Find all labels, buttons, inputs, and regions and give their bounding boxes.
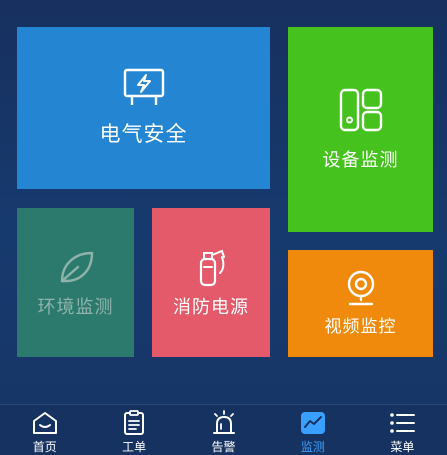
equipment-monitoring-tile[interactable]: 设备监测 <box>288 27 433 232</box>
tab-alarm[interactable]: 告警 <box>179 405 268 455</box>
tab-menu[interactable]: 菜单 <box>358 405 447 455</box>
tab-work-order-label: 工单 <box>122 440 147 454</box>
fire-power-tile[interactable]: 消防电源 <box>152 208 270 357</box>
bottom-tab-bar: 首页 工单 告警 监测 菜单 <box>0 404 447 455</box>
tab-alarm-label: 告警 <box>211 440 236 454</box>
environment-monitoring-label: 环境监测 <box>37 296 114 318</box>
menu-icon <box>388 409 416 437</box>
tab-menu-label: 菜单 <box>390 440 415 454</box>
leaf-icon <box>56 247 96 287</box>
tab-home-label: 首页 <box>32 440 57 454</box>
electrical-safety-label: 电气安全 <box>99 122 188 146</box>
video-monitoring-label: 视频监控 <box>324 317 397 337</box>
device-grid-icon <box>339 88 383 132</box>
chart-icon <box>299 409 327 437</box>
fire-power-label: 消防电源 <box>173 296 249 318</box>
alarm-icon <box>210 409 238 437</box>
electrical-panel-icon <box>122 68 166 108</box>
clipboard-icon <box>120 409 148 437</box>
home-icon <box>31 409 59 437</box>
tab-home[interactable]: 首页 <box>0 405 89 455</box>
electrical-safety-tile[interactable]: 电气安全 <box>17 27 270 189</box>
equipment-monitoring-label: 设备监测 <box>322 149 399 171</box>
environment-monitoring-tile[interactable]: 环境监测 <box>17 208 134 357</box>
tab-monitoring-label: 监测 <box>300 440 325 454</box>
tab-work-order[interactable]: 工单 <box>89 405 178 455</box>
webcam-icon <box>344 270 378 306</box>
tab-monitoring[interactable]: 监测 <box>268 405 357 455</box>
video-monitoring-tile[interactable]: 视频监控 <box>288 250 433 357</box>
fire-extinguisher-icon <box>194 247 228 287</box>
